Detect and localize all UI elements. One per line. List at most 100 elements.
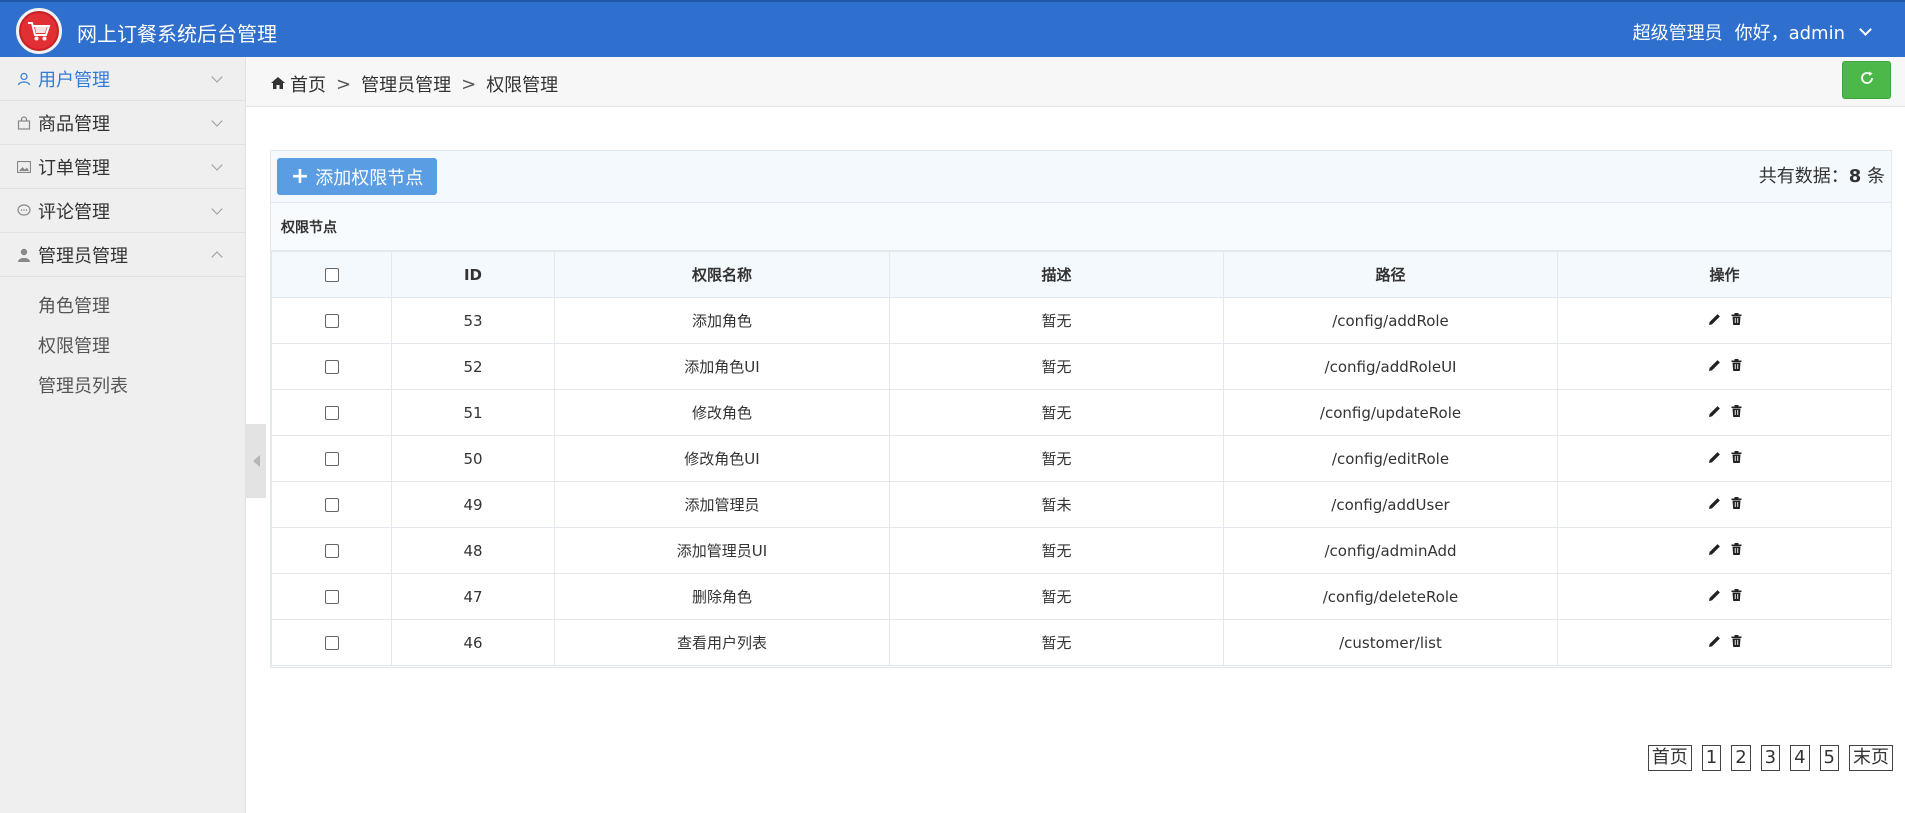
page-3[interactable]: 3 bbox=[1760, 745, 1781, 771]
edit-icon[interactable] bbox=[1708, 497, 1721, 510]
row-select-cell bbox=[271, 573, 392, 620]
delete-icon[interactable] bbox=[1731, 497, 1742, 509]
page-first[interactable]: 首页 bbox=[1647, 745, 1692, 771]
chevron-down-icon bbox=[211, 203, 223, 215]
user-icon bbox=[16, 71, 32, 87]
user-greeting: 你好，admin bbox=[1734, 23, 1845, 44]
delete-icon[interactable] bbox=[1731, 405, 1742, 417]
sidebar-item-comments[interactable]: 评论管理 bbox=[0, 189, 245, 233]
chevron-down-icon bbox=[1859, 23, 1872, 36]
delete-icon[interactable] bbox=[1731, 359, 1742, 371]
edit-icon[interactable] bbox=[1708, 359, 1721, 372]
cell-path: /config/addUser bbox=[1223, 481, 1558, 528]
add-permission-button[interactable]: + 添加权限节点 bbox=[277, 158, 437, 195]
row-checkbox[interactable] bbox=[324, 498, 339, 512]
breadcrumb-admin-management[interactable]: 管理员管理 bbox=[361, 71, 451, 97]
table-row: 50 修改角色UI 暂无/config/editRole bbox=[271, 435, 1892, 482]
sidebar-collapse-handle[interactable] bbox=[246, 424, 266, 498]
row-checkbox[interactable] bbox=[324, 360, 339, 374]
sidebar-item-label: 管理员管理 bbox=[38, 245, 128, 267]
page-2[interactable]: 2 bbox=[1731, 745, 1751, 771]
delete-icon[interactable] bbox=[1731, 451, 1742, 463]
comment-icon bbox=[16, 203, 32, 219]
cell-id: 46 bbox=[391, 619, 555, 666]
column-header-actions: 操作 bbox=[1557, 251, 1892, 298]
column-header-path: 路径 bbox=[1223, 251, 1558, 298]
page-last[interactable]: 末页 bbox=[1849, 745, 1893, 771]
sidebar-item-orders[interactable]: 订单管理 bbox=[0, 145, 245, 189]
table-row: 49 添加管理员 暂未/config/addUser bbox=[271, 481, 1892, 528]
cell-desc: 暂无 bbox=[889, 389, 1224, 436]
sidebar-subitem-roles[interactable]: 角色管理 bbox=[0, 285, 245, 325]
cell-id: 48 bbox=[391, 527, 555, 574]
cell-actions bbox=[1557, 343, 1892, 390]
edit-icon[interactable] bbox=[1708, 405, 1721, 418]
table-caption: 权限节点 bbox=[271, 203, 1891, 251]
sidebar-subitem-admin-list[interactable]: 管理员列表 bbox=[0, 365, 245, 405]
edit-icon[interactable] bbox=[1708, 543, 1721, 556]
cell-name: 添加管理员UI bbox=[554, 527, 890, 574]
row-checkbox[interactable] bbox=[324, 544, 339, 558]
edit-icon[interactable] bbox=[1708, 313, 1721, 326]
cell-path: /config/deleteRole bbox=[1223, 573, 1558, 620]
delete-icon[interactable] bbox=[1731, 589, 1742, 601]
column-header-id: ID bbox=[391, 251, 555, 298]
cell-name: 查看用户列表 bbox=[554, 619, 890, 666]
cell-desc: 暂无 bbox=[889, 343, 1224, 390]
cell-name: 修改角色UI bbox=[554, 435, 890, 482]
sidebar-item-label: 订单管理 bbox=[38, 157, 110, 179]
cell-name: 修改角色 bbox=[554, 389, 890, 436]
delete-icon[interactable] bbox=[1731, 635, 1742, 647]
breadcrumb-home[interactable]: 首页 bbox=[290, 71, 326, 97]
refresh-button[interactable] bbox=[1842, 61, 1891, 99]
row-select-cell bbox=[271, 481, 392, 528]
table-body: 53 添加角色 暂无/config/addRole 52 添加角色UI 暂无/config… bbox=[271, 297, 1892, 666]
delete-icon[interactable] bbox=[1731, 313, 1742, 325]
row-checkbox[interactable] bbox=[324, 452, 339, 466]
cell-desc: 暂无 bbox=[889, 573, 1224, 620]
sidebar: 用户管理 商品管理 订单管理 评论管理 管理员管理 角色管理 权限管理 管理员列… bbox=[0, 57, 246, 813]
edit-icon[interactable] bbox=[1708, 451, 1721, 464]
cell-path: /config/editRole bbox=[1223, 435, 1558, 482]
select-all-checkbox[interactable] bbox=[324, 268, 339, 282]
cell-actions bbox=[1557, 435, 1892, 482]
breadcrumb-separator: > bbox=[461, 73, 477, 95]
cell-id: 53 bbox=[391, 297, 555, 344]
row-checkbox[interactable] bbox=[324, 636, 339, 650]
page-5[interactable]: 5 bbox=[1819, 745, 1839, 771]
page-1[interactable]: 1 bbox=[1701, 745, 1722, 771]
page-4[interactable]: 4 bbox=[1790, 745, 1810, 771]
chevron-up-icon bbox=[211, 251, 223, 263]
chevron-down-icon bbox=[211, 159, 223, 171]
sidebar-item-products[interactable]: 商品管理 bbox=[0, 101, 245, 145]
row-checkbox[interactable] bbox=[324, 314, 339, 328]
user-menu[interactable]: 超级管理员 你好，admin bbox=[1633, 19, 1872, 45]
delete-icon[interactable] bbox=[1731, 543, 1742, 555]
cell-desc: 暂无 bbox=[889, 527, 1224, 574]
row-select-cell bbox=[271, 435, 392, 482]
cell-desc: 暂未 bbox=[889, 481, 1224, 528]
row-checkbox[interactable] bbox=[324, 406, 339, 420]
app-title: 网上订餐系统后台管理 bbox=[77, 22, 277, 46]
sidebar-item-admins[interactable]: 管理员管理 bbox=[0, 233, 245, 277]
cell-id: 52 bbox=[391, 343, 555, 390]
row-checkbox[interactable] bbox=[324, 590, 339, 604]
row-select-cell bbox=[271, 343, 392, 390]
image-icon bbox=[16, 159, 32, 175]
admin-submenu: 角色管理 权限管理 管理员列表 bbox=[0, 277, 245, 405]
table-row: 48 添加管理员UI 暂无/config/adminAdd bbox=[271, 527, 1892, 574]
edit-icon[interactable] bbox=[1708, 589, 1721, 602]
cell-path: /customer/list bbox=[1223, 619, 1558, 666]
edit-icon[interactable] bbox=[1708, 635, 1721, 648]
cell-name: 添加角色UI bbox=[554, 343, 890, 390]
cell-actions bbox=[1557, 481, 1892, 528]
row-select-cell bbox=[271, 619, 392, 666]
pagination: 首页 1 2 3 4 5 末页 bbox=[1647, 745, 1893, 771]
chevron-down-icon bbox=[211, 71, 223, 83]
sidebar-item-users[interactable]: 用户管理 bbox=[0, 57, 245, 101]
sidebar-subitem-permissions[interactable]: 权限管理 bbox=[0, 325, 245, 365]
table-row: 46 查看用户列表 暂无/customer/list bbox=[271, 619, 1892, 666]
permission-panel: + 添加权限节点 共有数据：8 条 权限节点 ID 权限名称 描述 路径 操作 … bbox=[270, 150, 1892, 668]
cell-desc: 暂无 bbox=[889, 297, 1224, 344]
refresh-icon bbox=[1859, 70, 1875, 90]
